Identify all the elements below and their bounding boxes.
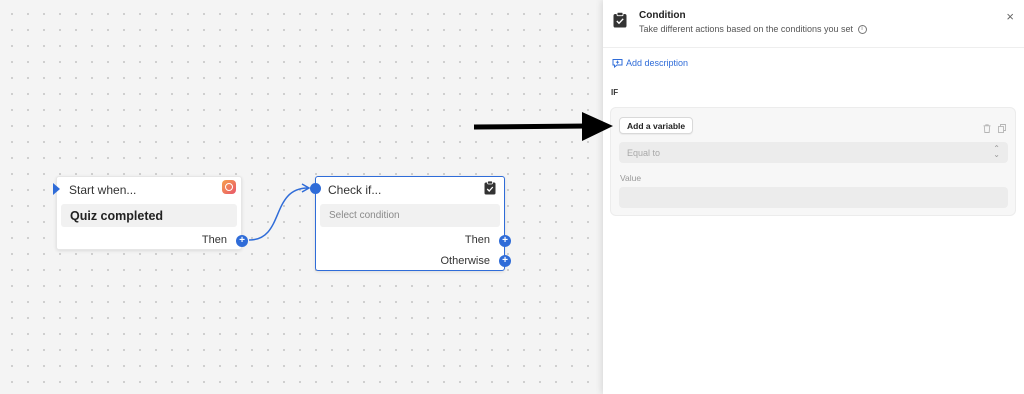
- annotation-arrow: [473, 112, 613, 141]
- annotation-arrow-shaft: [473, 123, 589, 130]
- annotation-arrowhead: [582, 112, 613, 141]
